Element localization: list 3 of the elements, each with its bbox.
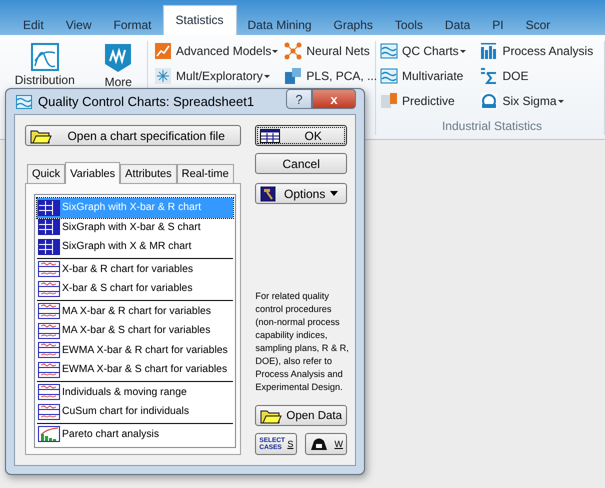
note-text: For related quality control procedures (non-normal process capability indices, sampling plans, R & R, DOE), also refer to Process Analysis and Experimental Design. bbox=[255, 290, 350, 394]
window-title: Quality Control Charts: Spreadsheet1 bbox=[38, 94, 256, 109]
group-label: Industrial Statistics bbox=[440, 119, 544, 135]
